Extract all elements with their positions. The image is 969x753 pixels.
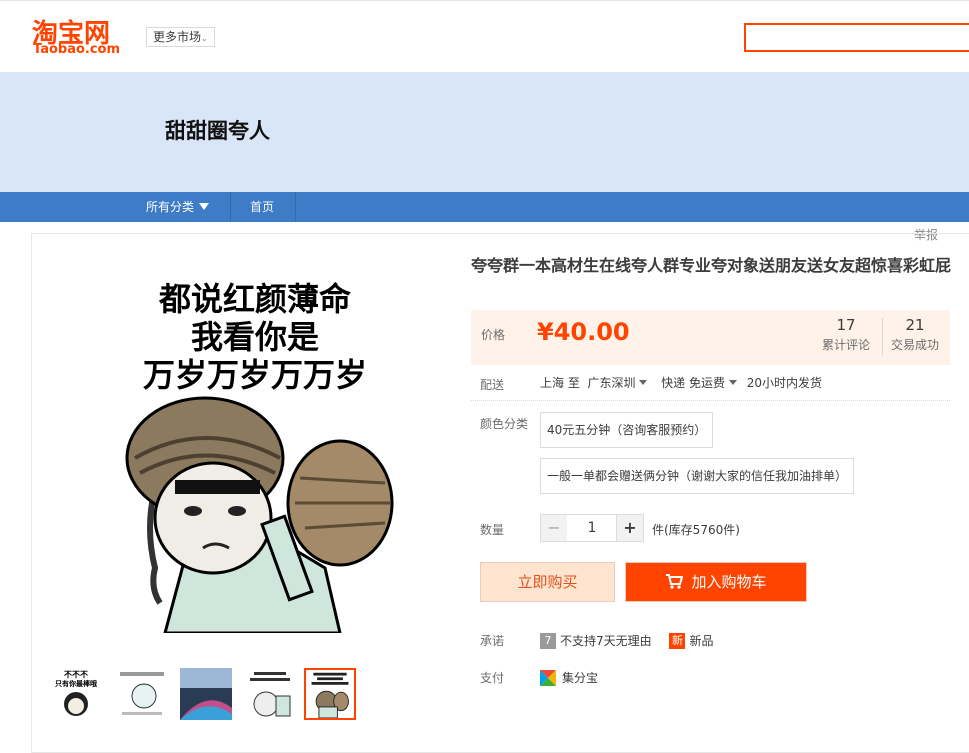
stat-divider: [882, 318, 883, 356]
payment-row: 集分宝: [540, 669, 598, 686]
chevron-down-icon: ⌄: [201, 34, 208, 43]
stock-text: 件(库存5760件): [652, 523, 740, 537]
new-product-text[interactable]: 新品: [689, 634, 713, 648]
more-market-label: 更多市场: [153, 30, 202, 44]
deals-count: 21: [905, 316, 925, 334]
shop-name[interactable]: 甜甜圈夸人: [165, 115, 270, 145]
thumbnail-strip: 不不不 只有你最棒哦: [50, 668, 370, 724]
nav-divider: [295, 192, 296, 222]
logo-text-en: Taobao.com: [33, 42, 121, 57]
promise-label: 承诺: [480, 634, 505, 648]
shipping-row: 上海 至 广东深圳 快递 免运费 20小时内发货: [540, 374, 822, 391]
shop-banner: [0, 72, 969, 192]
product-title: 夸夸群一本高材生在线夸人群专业夸对象送朋友送女友超惊喜彩虹屁: [471, 256, 952, 275]
add-to-cart-button[interactable]: 加入购物车: [625, 562, 807, 602]
deals-label: 交易成功: [891, 338, 940, 352]
ship-method-dropdown[interactable]: 快递 免运费: [661, 376, 725, 390]
buy-now-button[interactable]: 立即购买: [480, 562, 615, 602]
delivery-time: 20小时内发货: [746, 376, 823, 390]
triangle-down-icon: [728, 380, 737, 385]
image-caption-line-2: 我看你是: [191, 318, 319, 356]
new-product-icon: 新: [669, 632, 686, 649]
reviews-label: 累计评论: [822, 338, 871, 352]
quantity-increment-button[interactable]: +: [616, 514, 644, 542]
options-label: 颜色分类: [480, 417, 529, 431]
nav-divider: [230, 192, 231, 222]
payment-label: 支付: [480, 671, 505, 685]
ship-to-dropdown[interactable]: 广东深圳: [587, 376, 635, 390]
no-return-text[interactable]: 不支持7天无理由: [560, 634, 652, 648]
product-main-image[interactable]: 都说红颜薄命 我看你是 万岁万岁万万岁: [95, 268, 435, 633]
option-item-2[interactable]: 一般一单都会赠送俩分钟（谢谢大家的信任我加油排单）: [540, 458, 855, 494]
taobao-logo[interactable]: 淘宝网 Taobao.com: [32, 13, 128, 59]
nav-item-label: 所有分类: [146, 200, 195, 214]
price-value: ¥40.00: [537, 318, 630, 346]
more-market-dropdown[interactable]: 更多市场⌄: [146, 27, 215, 47]
thumbnail-2[interactable]: [116, 668, 168, 720]
cart-icon: [666, 574, 684, 589]
quantity-label: 数量: [480, 523, 505, 537]
triangle-down-icon: [199, 203, 210, 210]
option-item-1[interactable]: 40元五分钟（咨询客服预约）: [540, 412, 714, 448]
image-caption-line-1: 都说红颜薄命: [158, 280, 352, 318]
reviews-count: 17: [836, 316, 856, 334]
jifenbao-icon: [540, 669, 556, 686]
ship-from: 上海 至: [540, 376, 580, 390]
price-label: 价格: [481, 328, 506, 342]
quantity-decrement-button[interactable]: −: [540, 514, 568, 542]
triangle-down-icon: [639, 380, 648, 385]
top-bar: 淘宝网 Taobao.com 更多市场⌄: [0, 0, 969, 72]
thumbnail-caption-2: 只有你最棒哦: [55, 679, 97, 688]
thumbnail-caption-1: 不不不: [64, 670, 88, 679]
nav-item-all-categories[interactable]: 所有分类: [146, 192, 210, 222]
shop-nav: 所有分类 首页: [0, 192, 969, 222]
shipping-label: 配送: [480, 378, 505, 392]
divider: [471, 400, 950, 401]
thumbnail-3[interactable]: [180, 668, 232, 720]
search-input[interactable]: [744, 23, 969, 52]
payment-method[interactable]: 集分宝: [562, 671, 598, 685]
thumbnail-4[interactable]: [244, 668, 296, 720]
reviews-stat[interactable]: 17 累计评论: [822, 316, 870, 353]
no-return-icon: 7: [540, 632, 556, 649]
nav-item-home[interactable]: 首页: [250, 192, 274, 222]
price-box: 价格 ¥40.00 17 累计评论 21 交易成功: [471, 310, 950, 365]
deals-stat: 21 交易成功: [891, 316, 939, 353]
image-caption-line-3: 万岁万岁万万岁: [143, 356, 367, 394]
promise-row: 7 不支持7天无理由 新新品: [540, 632, 713, 649]
quantity-input[interactable]: [567, 514, 617, 542]
thumbnail-5[interactable]: [304, 668, 356, 720]
add-to-cart-label: 加入购物车: [691, 573, 767, 591]
thumbnail-1[interactable]: 不不不 只有你最棒哦: [50, 668, 102, 720]
